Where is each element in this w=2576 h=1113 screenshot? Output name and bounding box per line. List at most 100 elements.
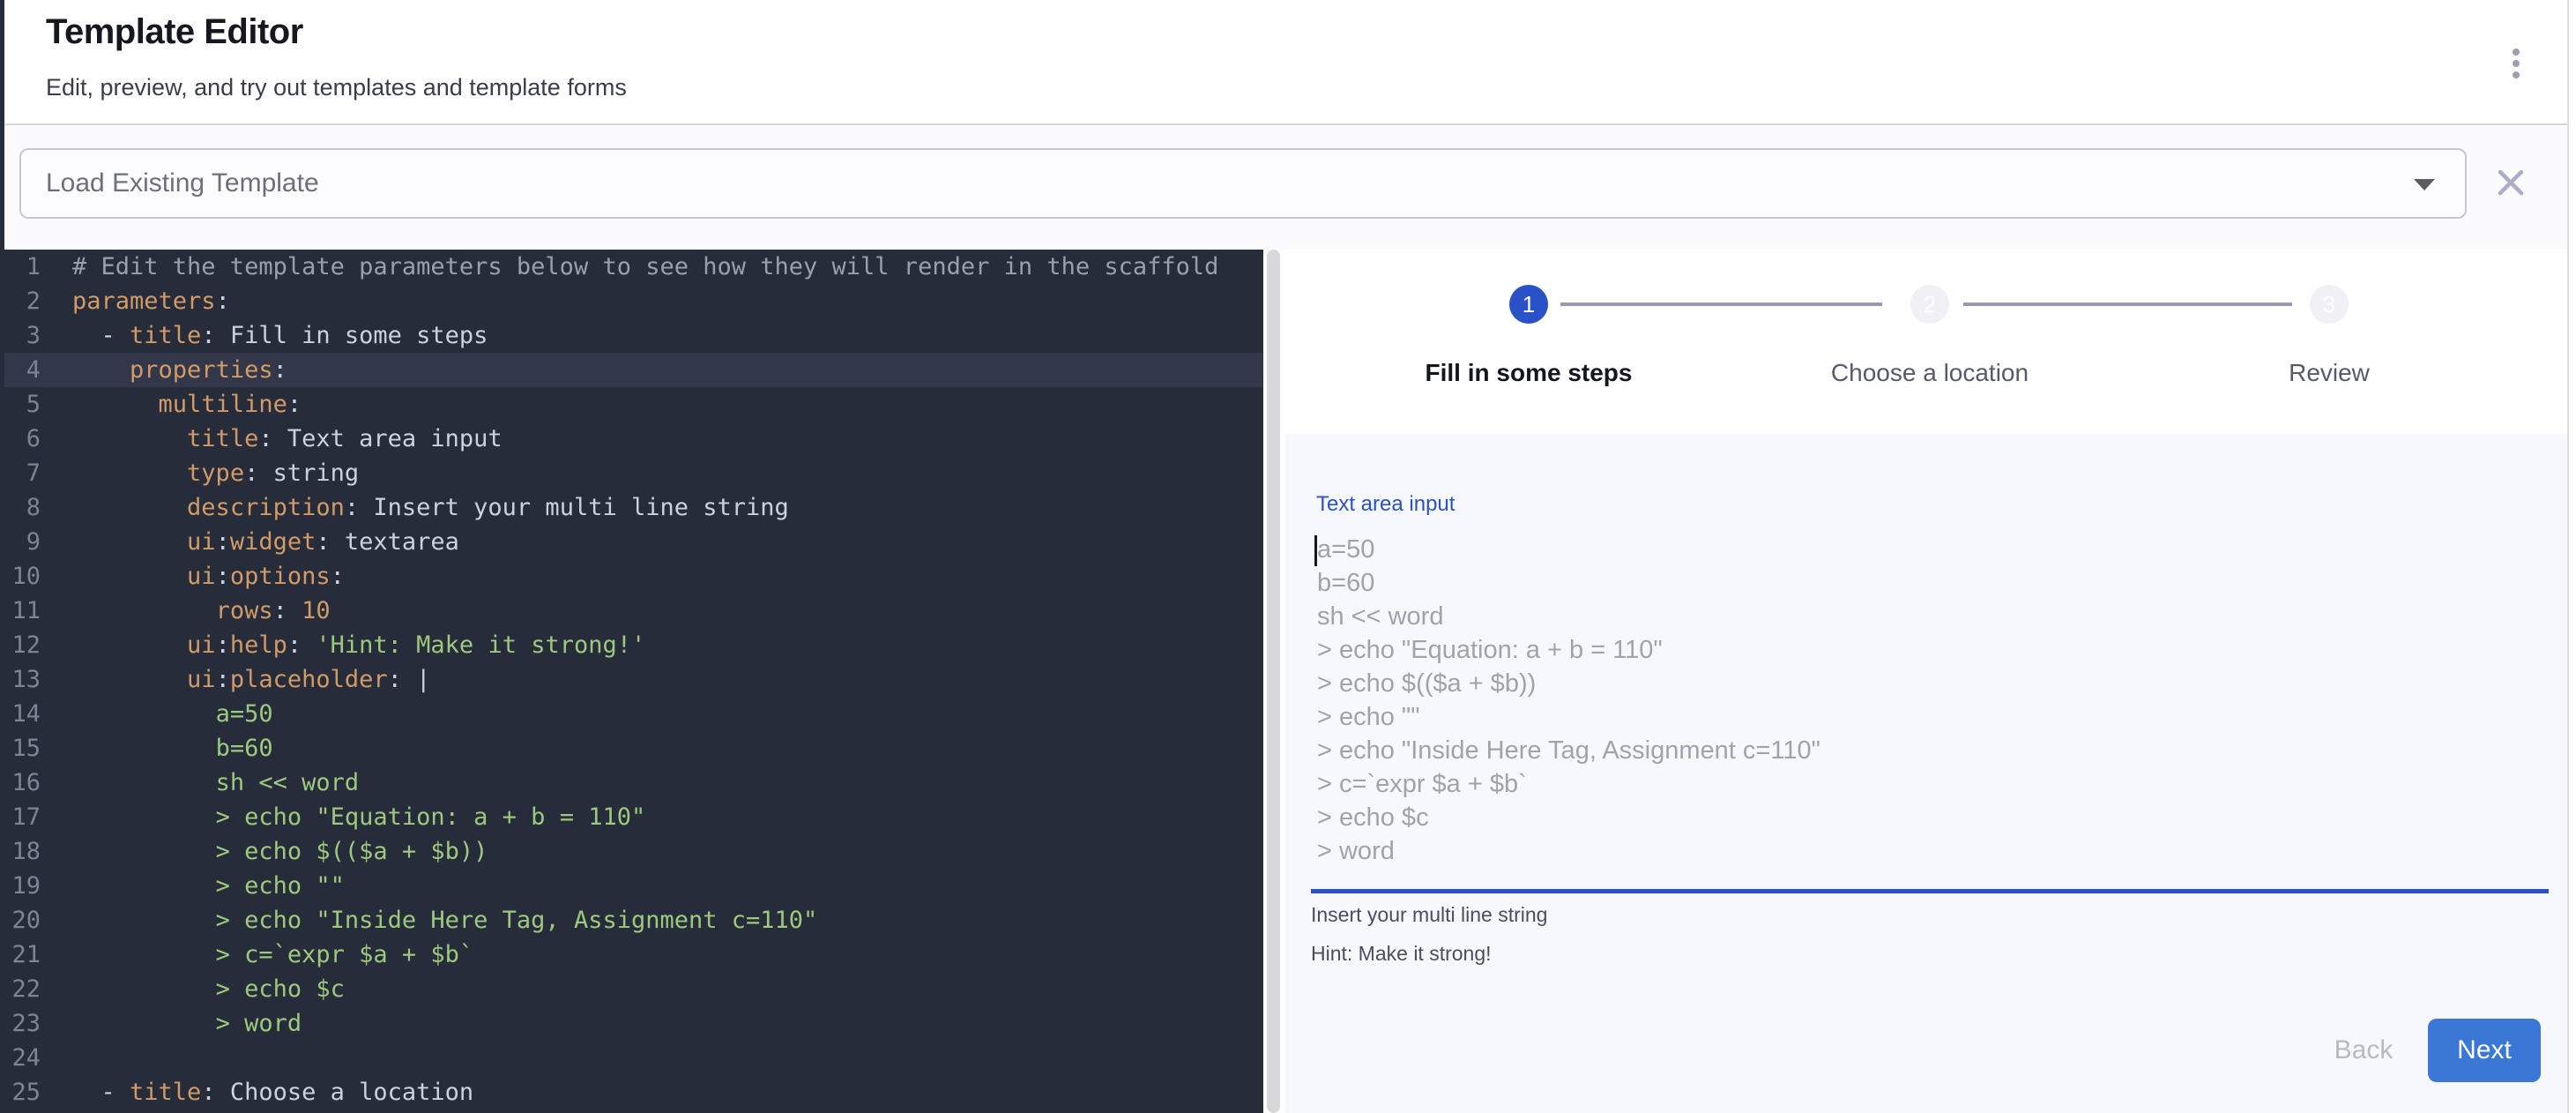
line-number: 19: [0, 869, 41, 903]
line-number: 8: [0, 490, 41, 525]
placeholder-line: > echo $c: [1317, 801, 2534, 834]
step-label: Fill in some steps: [1335, 359, 1723, 387]
editor-line[interactable]: 10 ui:options:: [0, 559, 1263, 594]
code-text: - title: Choose a location: [41, 1075, 473, 1109]
editor-line[interactable]: 16 sh << word: [0, 766, 1263, 800]
code-text: parameters:: [41, 284, 230, 318]
step-circle: 2: [1910, 285, 1949, 324]
line-number: 6: [0, 422, 41, 456]
line-number: 14: [0, 697, 41, 731]
editor-line[interactable]: 19 > echo "": [0, 869, 1263, 903]
editor-line[interactable]: 15 b=60: [0, 731, 1263, 766]
template-loader-section: Load Existing Template: [0, 125, 2576, 250]
field-description: Insert your multi line string: [1311, 903, 1547, 927]
code-text: [41, 1041, 72, 1075]
load-template-select[interactable]: Load Existing Template: [19, 148, 2467, 219]
next-button[interactable]: Next: [2428, 1019, 2541, 1082]
placeholder-line: a=50: [1317, 533, 2534, 566]
line-number: 11: [0, 594, 41, 628]
clear-selection-button[interactable]: [2488, 161, 2534, 206]
editor-line[interactable]: 8 description: Insert your multi line st…: [0, 490, 1263, 525]
line-number: 3: [0, 318, 41, 353]
line-number: 20: [0, 903, 41, 937]
template-form: Text area input a=50b=60sh << word> echo…: [1285, 434, 2567, 1113]
editor-line[interactable]: 20 > echo "Inside Here Tag, Assignment c…: [0, 903, 1263, 937]
line-number: 9: [0, 525, 41, 559]
line-number: 7: [0, 456, 41, 490]
placeholder-line: sh << word: [1317, 600, 2534, 633]
line-number: 5: [0, 387, 41, 422]
line-number: 13: [0, 662, 41, 697]
code-text: ui:placeholder: |: [41, 662, 430, 697]
editor-line[interactable]: 25 - title: Choose a location: [0, 1075, 1263, 1109]
editor-line[interactable]: 7 type: string: [0, 456, 1263, 490]
editor-line[interactable]: 12 ui:help: 'Hint: Make it strong!': [0, 628, 1263, 662]
placeholder-line: > c=`expr $a + $b`: [1317, 767, 2534, 801]
line-number: 10: [0, 559, 41, 594]
editor-line[interactable]: 3 - title: Fill in some steps: [0, 318, 1263, 353]
code-text: properties:: [41, 353, 287, 387]
editor-scrollbar[interactable]: [1267, 250, 1280, 1113]
field-help-text: Hint: Make it strong!: [1311, 942, 1492, 966]
kebab-menu-icon[interactable]: [2500, 39, 2532, 88]
placeholder-line: > echo "Inside Here Tag, Assignment c=11…: [1317, 734, 2534, 767]
code-text: > c=`expr $a + $b`: [41, 937, 473, 972]
editor-line[interactable]: 24: [0, 1041, 1263, 1075]
select-placeholder: Load Existing Template: [46, 150, 319, 217]
code-text: > echo $(($a + $b)): [41, 834, 488, 869]
editor-line[interactable]: 23 > word: [0, 1006, 1263, 1041]
editor-line[interactable]: 17 > echo "Equation: a + b = 110": [0, 800, 1263, 834]
placeholder-line: b=60: [1317, 566, 2534, 600]
editor-line[interactable]: 11 rows: 10: [0, 594, 1263, 628]
line-number: 17: [0, 800, 41, 834]
code-text: b=60: [41, 731, 273, 766]
placeholder-line: > word: [1317, 834, 2534, 868]
code-text: > echo "Equation: a + b = 110": [41, 800, 645, 834]
code-text: ui:help: 'Hint: Make it strong!': [41, 628, 645, 662]
code-text: > echo $c: [41, 972, 345, 1006]
placeholder-line: > echo "": [1317, 700, 2534, 734]
stepper: 1Fill in some steps2Choose a location3Re…: [1285, 250, 2567, 434]
editor-line[interactable]: 1# Edit the template parameters below to…: [0, 250, 1263, 284]
placeholder-line: > echo "Equation: a + b = 110": [1317, 633, 2534, 667]
field-label: Text area input: [1316, 492, 1455, 517]
step-label: Choose a location: [1736, 359, 2124, 387]
editor-line[interactable]: 14 a=50: [0, 697, 1263, 731]
line-number: 21: [0, 937, 41, 972]
line-number: 16: [0, 766, 41, 800]
code-text: description: Insert your multi line stri…: [41, 490, 789, 525]
code-text: ui:options:: [41, 559, 345, 594]
line-number: 18: [0, 834, 41, 869]
template-editor-page: Template Editor Edit, preview, and try o…: [0, 0, 2576, 1113]
editor-line[interactable]: 22 > echo $c: [0, 972, 1263, 1006]
code-text: type: string: [41, 456, 359, 490]
editor-line[interactable]: 2parameters:: [0, 284, 1263, 318]
code-text: > echo "Inside Here Tag, Assignment c=11…: [41, 903, 817, 937]
form-actions: Back Next: [2315, 1019, 2541, 1082]
main-content: 1# Edit the template parameters below to…: [0, 250, 2576, 1113]
line-number: 2: [0, 284, 41, 318]
line-number: 22: [0, 972, 41, 1006]
editor-line[interactable]: 4 properties:: [0, 353, 1263, 387]
editor-line[interactable]: 18 > echo $(($a + $b)): [0, 834, 1263, 869]
line-number: 1: [0, 250, 41, 284]
placeholder-line: > echo $(($a + $b)): [1317, 667, 2534, 700]
editor-scrollbar-track: [1263, 250, 1285, 1113]
multiline-textarea[interactable]: a=50b=60sh << word> echo "Equation: a + …: [1317, 533, 2534, 868]
back-button[interactable]: Back: [2315, 1019, 2412, 1082]
code-text: rows: 10: [41, 594, 331, 628]
editor-line[interactable]: 9 ui:widget: textarea: [0, 525, 1263, 559]
yaml-code-editor[interactable]: 1# Edit the template parameters below to…: [0, 250, 1263, 1113]
code-text: - title: Fill in some steps: [41, 318, 488, 353]
stepper-connector: [1963, 303, 2292, 306]
window-left-edge: [0, 0, 4, 1113]
header: Template Editor Edit, preview, and try o…: [0, 0, 2576, 125]
code-text: title: Text area input: [41, 422, 503, 456]
preview-panel: 1Fill in some steps2Choose a location3Re…: [1285, 250, 2567, 1113]
stepper-connector: [1560, 303, 1882, 306]
editor-line[interactable]: 21 > c=`expr $a + $b`: [0, 937, 1263, 972]
caret-down-icon: [2414, 179, 2435, 190]
editor-line[interactable]: 6 title: Text area input: [0, 422, 1263, 456]
editor-line[interactable]: 5 multiline:: [0, 387, 1263, 422]
editor-line[interactable]: 13 ui:placeholder: |: [0, 662, 1263, 697]
